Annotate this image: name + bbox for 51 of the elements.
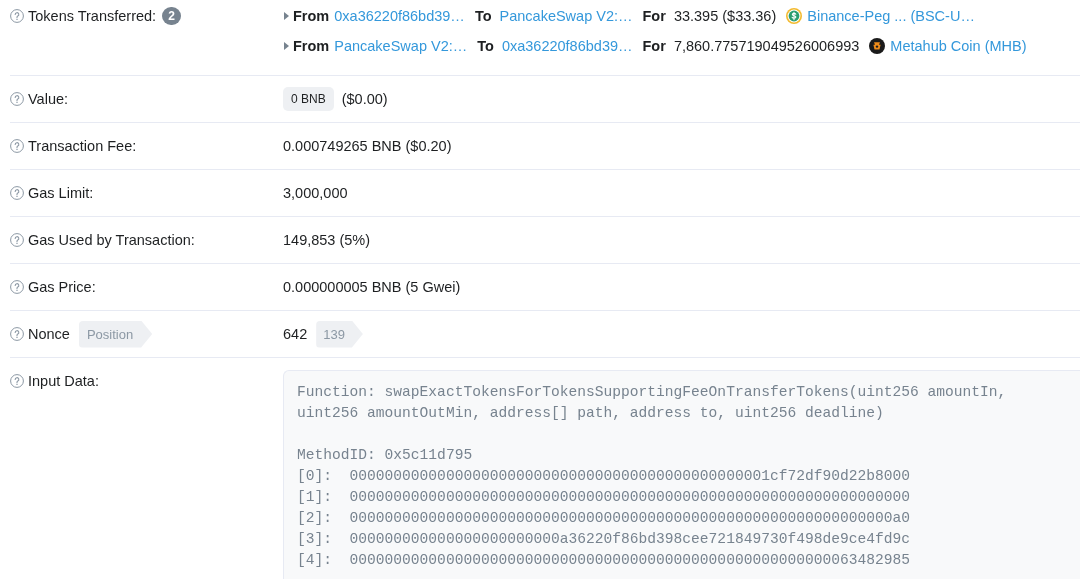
help-icon — [10, 92, 24, 106]
recipient-link[interactable]: 0xa36220f86bd39… — [501, 34, 633, 58]
param-line: [0]: 000000000000000000000000000000000000000000000001cf72df90d22b8000 — [297, 467, 912, 486]
field-label: Tokens Transferred: — [28, 6, 157, 26]
help-icon — [10, 233, 24, 247]
param-line: [2]: 00000000000000000000000000000000000000000000000000000000000000a0 — [297, 509, 912, 528]
for-label: For — [642, 6, 666, 26]
help-icon — [10, 9, 24, 23]
help-icon — [10, 186, 24, 200]
token-amount: 33.395 ($33.36) — [673, 6, 777, 26]
help-icon — [10, 280, 24, 294]
position-value-tag: 139 — [316, 320, 363, 348]
to-label: To — [477, 36, 494, 56]
sender-link[interactable]: 0xa36220f86bd39… — [334, 4, 465, 28]
field-label: Value: — [28, 89, 69, 109]
method-id: MethodID: 0x5c11d795 — [297, 446, 474, 465]
from-label: From — [293, 6, 330, 26]
field-value: 0.000000005 BNB (5 Gwei) — [283, 277, 461, 297]
token-amount: 7,860.775719049526006993 — [673, 36, 860, 56]
function-signature: Function: swapExactTokensForTokensSupportingFeeOnTransferTokens(uint256 amountIn, uint256 amountOutMin, address[] path, address to, uint256 deadline) — [297, 383, 1008, 423]
param-line: [1]: 0000000000000000000000000000000000000000000000000000000000000000 — [297, 488, 912, 507]
dollar-coin-icon — [786, 8, 803, 24]
from-label: From — [293, 36, 330, 56]
field-label: Gas Used by Transaction: — [28, 230, 195, 250]
caret-right-icon — [284, 42, 289, 50]
help-icon — [10, 374, 24, 388]
param-line: [3]: 000000000000000000000000a36220f86bd398cee721849730f498de9ce4fd9c — [297, 530, 912, 549]
token-link[interactable]: Metahub Coin (MHB) — [890, 34, 1027, 58]
field-label: Gas Price: — [28, 277, 96, 297]
field-label: Gas Limit: — [28, 183, 94, 203]
transfer-count-badge: 2 — [162, 7, 181, 25]
usd-value: ($0.00) — [341, 89, 388, 109]
for-label: For — [642, 36, 666, 56]
field-label: Input Data: — [28, 371, 99, 391]
field-value: 149,853 (5%) — [283, 230, 371, 250]
value-badge: 0 BNB — [283, 87, 334, 111]
to-label: To — [474, 6, 492, 26]
field-value: 0.000749265 BNB ($0.20) — [283, 136, 452, 156]
nonce-value: 642 — [283, 324, 308, 344]
caret-right-icon — [284, 12, 289, 20]
coin-logo-icon — [869, 38, 886, 54]
position-tag: Position — [78, 320, 153, 348]
sender-link[interactable]: PancakeSwap V2:… — [334, 34, 468, 58]
field-label: Nonce — [28, 324, 70, 344]
token-link[interactable]: Binance-Peg ... (BSC-U… — [807, 4, 975, 28]
param-line: [4]: 0000000000000000000000000000000000000000000000000000000063482985 — [297, 551, 912, 570]
field-label: Transaction Fee: — [28, 136, 137, 156]
help-icon — [10, 139, 24, 153]
recipient-link[interactable]: PancakeSwap V2:… — [499, 4, 633, 28]
field-value: 3,000,000 — [283, 183, 348, 203]
help-icon — [10, 327, 24, 341]
